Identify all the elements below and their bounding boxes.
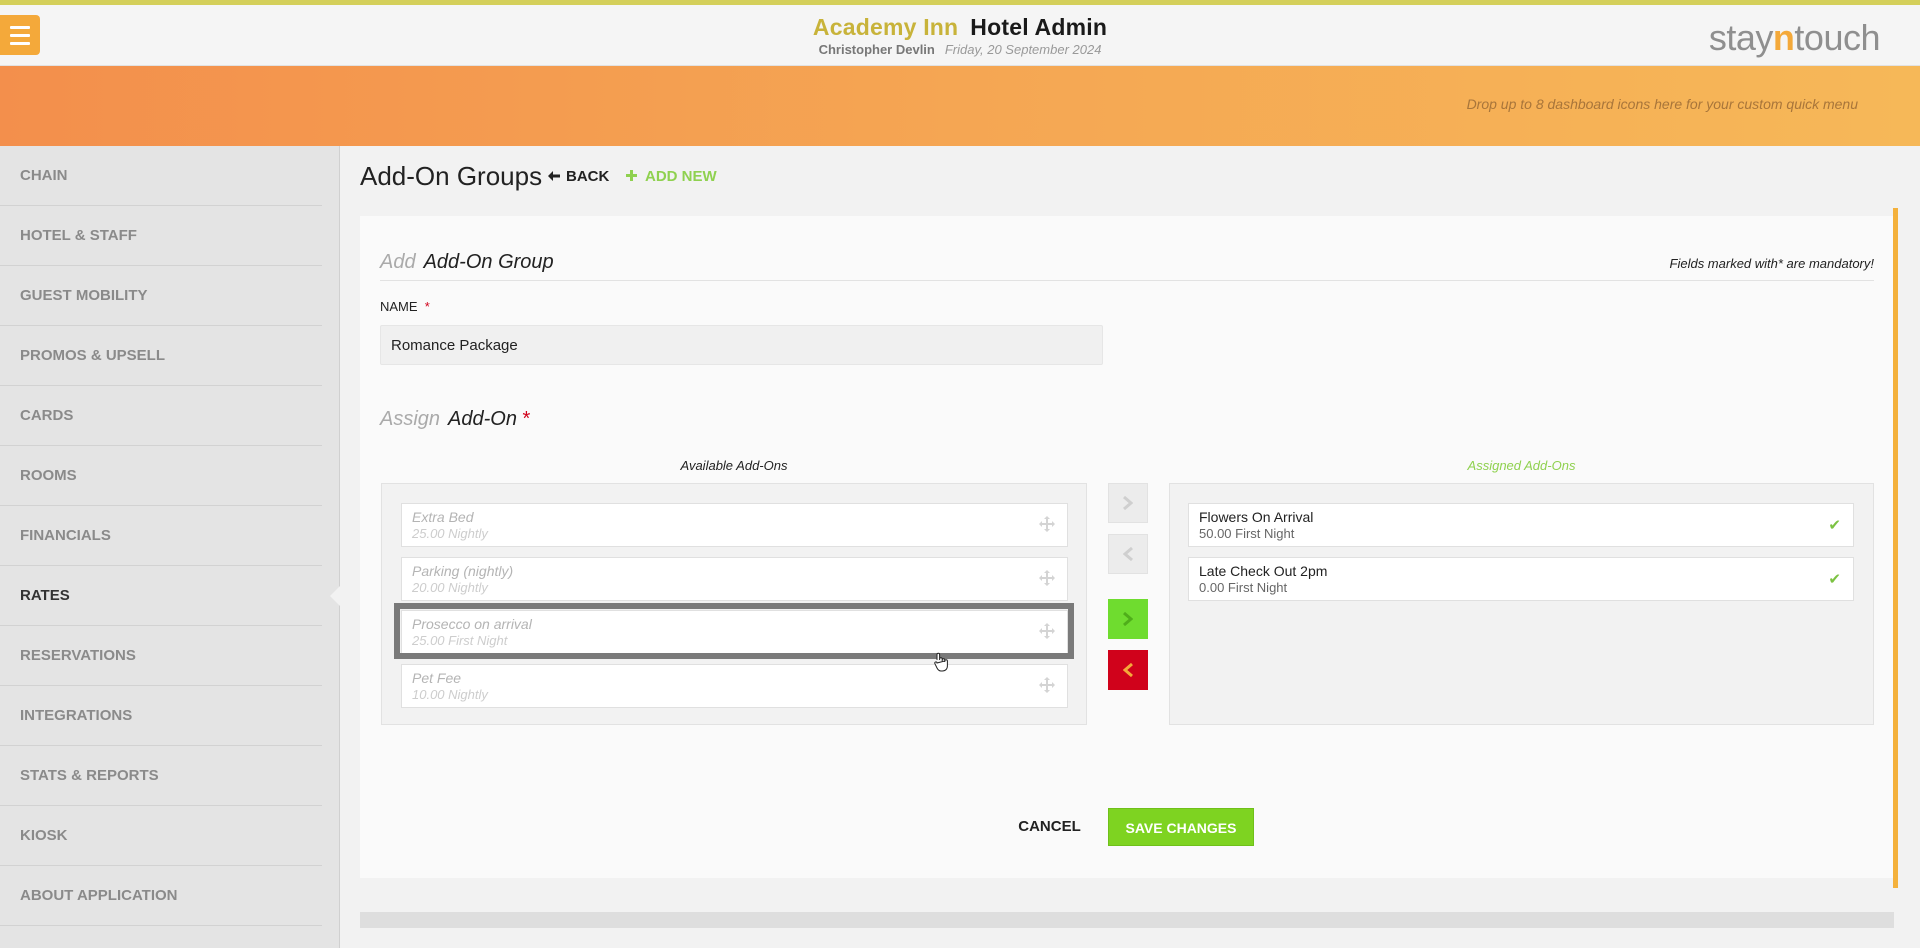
move-icon[interactable]	[1039, 623, 1055, 639]
quick-menu-dropzone[interactable]: Drop up to 8 dashboard icons here for yo…	[0, 66, 1920, 146]
available-addon-item[interactable]: Pet Fee 10.00 Nightly	[401, 664, 1068, 708]
header-title: Academy Inn Hotel Admin	[0, 14, 1920, 41]
top-header: Academy Inn Hotel Admin Christopher Devli…	[0, 5, 1920, 66]
back-button[interactable]: BACK	[548, 168, 609, 185]
section-divider	[380, 280, 1874, 281]
save-changes-button[interactable]: SAVE CHANGES	[1108, 808, 1254, 846]
available-addon-item[interactable]: Parking (nightly) 20.00 Nightly	[401, 557, 1068, 601]
hotel-name: Academy Inn	[812, 14, 959, 40]
chevron-left-icon	[1123, 547, 1133, 561]
stayntouch-logo: stayntouch	[1708, 17, 1881, 58]
chevron-left-icon	[1123, 663, 1133, 677]
arrow-left-icon	[548, 171, 560, 181]
mandatory-note: Fields marked with* are mandatory!	[1669, 256, 1874, 271]
check-icon: ✔	[1828, 571, 1841, 588]
assigned-addon-item[interactable]: Flowers On Arrival 50.00 First Night ✔	[1188, 503, 1854, 547]
active-item-pointer	[330, 586, 340, 606]
dropzone-hint: Drop up to 8 dashboard icons here for yo…	[1466, 96, 1858, 112]
move-icon[interactable]	[1039, 516, 1055, 532]
business-date: Friday, 20 September 2024	[944, 42, 1102, 57]
assign-section-title: Assign Add-On *	[380, 408, 531, 430]
unassign-all-button[interactable]	[1108, 534, 1148, 574]
available-addon-item[interactable]: Extra Bed 25.00 Nightly	[401, 503, 1068, 547]
assigned-addons-label: Assigned Add-Ons	[1467, 458, 1576, 473]
plus-icon	[626, 170, 637, 181]
sidebar-item-promos-upsell[interactable]: PROMOS & UPSELL	[0, 326, 322, 386]
cancel-button[interactable]: CANCEL	[1012, 808, 1087, 846]
sidebar-item-about-application[interactable]: ABOUT APPLICATION	[0, 866, 322, 926]
sidebar-item-guest-mobility[interactable]: GUEST MOBILITY	[0, 266, 322, 326]
mouse-pointer-icon	[934, 652, 948, 672]
name-input[interactable]	[380, 325, 1103, 365]
check-icon: ✔	[1828, 517, 1841, 534]
assign-all-button[interactable]	[1108, 483, 1148, 523]
app-name: Hotel Admin	[970, 14, 1108, 40]
sidebar-item-financials[interactable]: FINANCIALS	[0, 506, 322, 566]
available-addon-item-selected[interactable]: Prosecco on arrival 25.00 First Night	[401, 610, 1068, 654]
chevron-right-icon	[1123, 496, 1133, 510]
unassign-selected-button[interactable]	[1108, 650, 1148, 690]
assigned-addon-item[interactable]: Late Check Out 2pm 0.00 First Night ✔	[1188, 557, 1854, 601]
sidebar-item-cards[interactable]: CARDS	[0, 386, 322, 446]
assign-selected-button[interactable]	[1108, 599, 1148, 639]
user-name: Christopher Devlin	[818, 42, 935, 57]
sidebar-item-kiosk[interactable]: KIOSK	[0, 806, 322, 866]
sidebar-item-rooms[interactable]: ROOMS	[0, 446, 322, 506]
sidebar-item-reservations[interactable]: RESERVATIONS	[0, 626, 322, 686]
header-subtitle: Christopher Devlin Friday, 20 September 2…	[0, 42, 1920, 57]
panel-accent-bar	[1893, 208, 1898, 888]
chevron-right-icon	[1123, 612, 1133, 626]
sidebar-item-chain[interactable]: CHAIN	[0, 146, 322, 206]
page-title: Add-On Groups	[360, 161, 543, 191]
sidebar: CHAIN HOTEL & STAFF GUEST MOBILITY PROMO…	[0, 146, 340, 948]
form-section-title: Add Add-On Group	[380, 251, 554, 273]
sidebar-item-integrations[interactable]: INTEGRATIONS	[0, 686, 322, 746]
add-new-button[interactable]: ADD NEW	[626, 168, 717, 185]
move-icon[interactable]	[1039, 677, 1055, 693]
sidebar-item-rates[interactable]: RATES	[0, 566, 322, 626]
bottom-scroll-bar[interactable]	[360, 912, 1894, 928]
name-label: NAME *	[380, 299, 430, 314]
sidebar-item-stats-reports[interactable]: STATS & REPORTS	[0, 746, 322, 806]
move-icon[interactable]	[1039, 570, 1055, 586]
sidebar-item-hotel-staff[interactable]: HOTEL & STAFF	[0, 206, 322, 266]
available-addons-label: Available Add-Ons	[680, 458, 788, 473]
header-title-block: Academy Inn Hotel Admin Christopher Devli…	[0, 14, 1920, 57]
